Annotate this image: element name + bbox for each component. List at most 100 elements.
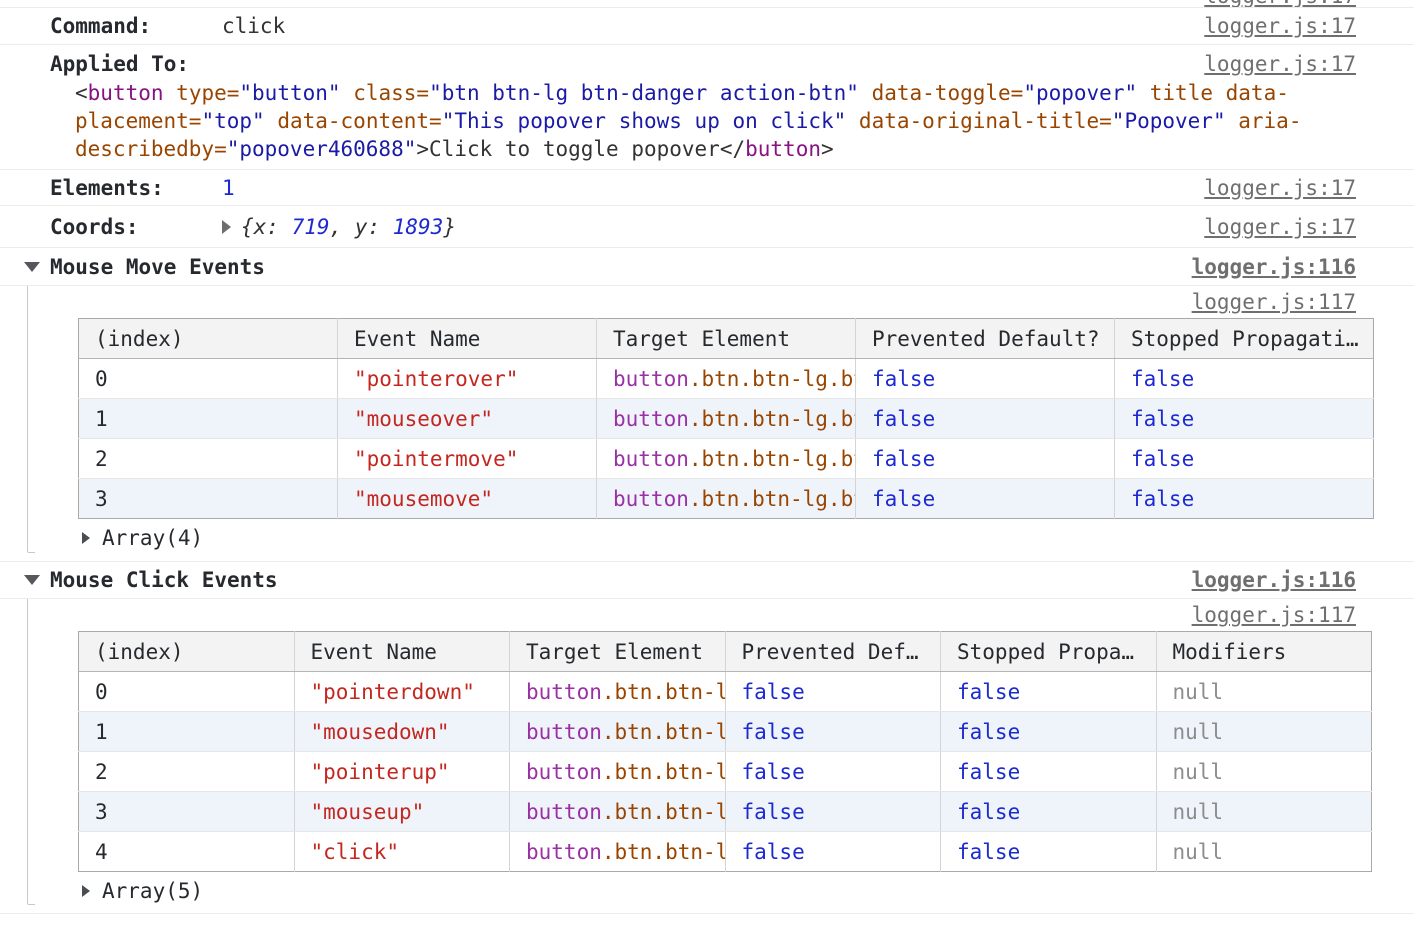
code-token: } [443, 215, 456, 239]
collapse-triangle-icon[interactable] [24, 262, 40, 272]
cell-index: 0 [79, 672, 295, 712]
source-link[interactable]: logger.js:17 [1204, 215, 1356, 239]
source-link[interactable]: logger.js:116 [1192, 568, 1356, 592]
mouse-move-events-table: (index)Event NameTarget ElementPrevented… [78, 318, 1374, 519]
source-link[interactable]: logger.js:17 [1204, 0, 1356, 8]
cell-target: button.btn.btn-lg.btn-danger.action-btn [510, 752, 726, 792]
target-tag-name: button [613, 447, 689, 471]
target-tag-name: button [613, 367, 689, 391]
cell-target: button.btn.btn-lg.btn-danger.action-btn [597, 359, 856, 399]
expand-triangle-icon[interactable] [222, 220, 231, 234]
collapse-triangle-icon[interactable] [24, 575, 40, 585]
cell-target: button.btn.btn-lg.btn-danger.action-btn [510, 792, 726, 832]
code-token: describedby= [75, 137, 227, 161]
command-label: Command: [50, 14, 222, 38]
code-token [859, 81, 872, 105]
code-token [1213, 81, 1226, 105]
column-header[interactable]: Event Name [338, 319, 597, 359]
table-row: 1"mousedown"button.btn.btn-lg.btn-danger… [79, 712, 1372, 752]
cell-prevented: false [725, 712, 941, 752]
code-token: </ [720, 137, 745, 161]
table-header-row: (index)Event NameTarget ElementPrevented… [79, 319, 1374, 359]
cell-modifiers: null [1156, 752, 1372, 792]
coords-object-preview[interactable]: {x: 719, y: 1893} [241, 215, 456, 239]
column-header[interactable]: Stopped Propa… [941, 632, 1157, 672]
cell-event: "mouseup" [294, 792, 510, 832]
code-token: class= [353, 81, 429, 105]
source-link[interactable]: logger.js:116 [1192, 255, 1356, 279]
target-class-list: .btn.btn-lg.btn-danger.action-btn [689, 407, 856, 431]
cell-event: "pointerup" [294, 752, 510, 792]
mouse-click-events-table: (index)Event NameTarget ElementPrevented… [78, 631, 1372, 872]
column-header[interactable]: Target Element [597, 319, 856, 359]
cell-prevented: false [856, 479, 1115, 519]
column-header[interactable]: (index) [79, 632, 295, 672]
target-tag-name: button [526, 720, 602, 744]
array-preview-row: Array(5) [0, 872, 1414, 909]
table-header-row: (index)Event NameTarget ElementPrevented… [79, 632, 1372, 672]
code-token: "Popover" [1112, 109, 1226, 133]
html-element-code[interactable]: <button type="button" class="btn btn-lg … [50, 79, 1414, 163]
cell-event: "click" [294, 832, 510, 872]
column-header[interactable]: Modifiers [1156, 632, 1372, 672]
column-header[interactable]: Prevented Default? [856, 319, 1115, 359]
target-tag-name: button [613, 487, 689, 511]
column-header[interactable]: Target Element [510, 632, 726, 672]
code-line: placement="top" data-content="This popov… [75, 107, 1414, 135]
cell-modifiers: null [1156, 832, 1372, 872]
target-class-list: .btn.btn-lg.btn-danger.action-btn [689, 367, 856, 391]
source-link[interactable]: logger.js:17 [1204, 52, 1356, 76]
array-label[interactable]: Array(4) [102, 526, 203, 550]
column-header[interactable]: Event Name [294, 632, 510, 672]
group-header-mouse-click-events[interactable]: Mouse Click Events logger.js:116 [0, 562, 1414, 599]
source-link[interactable]: logger.js:17 [1204, 14, 1356, 38]
code-token: data- [1226, 81, 1289, 105]
target-tag-name: button [526, 840, 602, 864]
expand-triangle-icon[interactable] [82, 532, 90, 544]
table-row: 0"pointerover"button.btn.btn-lg.btn-dang… [79, 359, 1374, 399]
code-token: aria- [1238, 109, 1301, 133]
target-class-list: .btn.btn-lg.btn-danger.action-btn [602, 800, 725, 824]
cell-stopped: false [941, 792, 1157, 832]
source-link[interactable]: logger.js:117 [1192, 290, 1356, 314]
code-token: < [75, 81, 88, 105]
table-row: 2"pointerup"button.btn.btn-lg.btn-danger… [79, 752, 1372, 792]
code-token: "top" [201, 109, 264, 133]
code-token [1226, 109, 1239, 133]
table-row: 0"pointerdown"button.btn.btn-lg.btn-dang… [79, 672, 1372, 712]
cell-stopped: false [1115, 479, 1374, 519]
code-token: data-toggle= [872, 81, 1024, 105]
target-class-list: .btn.btn-lg.btn-danger.action-btn [689, 447, 856, 471]
cell-prevented: false [725, 752, 941, 792]
array-label[interactable]: Array(5) [102, 879, 203, 903]
elements-value: 1 [222, 176, 235, 200]
cell-prevented: false [856, 359, 1115, 399]
table-row: 2"pointermove"button.btn.btn-lg.btn-dang… [79, 439, 1374, 479]
cell-target: button.btn.btn-lg.btn-danger.action-btn [597, 479, 856, 519]
cell-prevented: false [856, 439, 1115, 479]
source-link[interactable]: logger.js:117 [1192, 603, 1356, 627]
code-token: button [745, 137, 821, 161]
code-token: "button" [239, 81, 340, 105]
elements-label: Elements: [50, 176, 222, 200]
group-body-mouse-move-events: logger.js:117 (index)Event NameTarget El… [0, 286, 1414, 562]
group-indent-guide [27, 286, 35, 553]
cell-modifiers: null [1156, 712, 1372, 752]
column-header[interactable]: Stopped Propagati… [1115, 319, 1374, 359]
source-link[interactable]: logger.js:17 [1204, 176, 1356, 200]
code-token: button [88, 81, 164, 105]
cell-event: "mousedown" [294, 712, 510, 752]
cell-event: "pointerdown" [294, 672, 510, 712]
column-header[interactable]: (index) [79, 319, 338, 359]
table-row: 1"mouseover"button.btn.btn-lg.btn-danger… [79, 399, 1374, 439]
cell-index: 1 [79, 712, 295, 752]
column-header[interactable]: Prevented Def… [725, 632, 941, 672]
table-row: 4"click"button.btn.btn-lg.btn-danger.act… [79, 832, 1372, 872]
code-token [164, 81, 177, 105]
expand-triangle-icon[interactable] [82, 885, 90, 897]
code-token: 719 [292, 215, 330, 239]
console-log: logger.js:17 Command: click logger.js:17… [0, 0, 1414, 914]
target-tag-name: button [526, 680, 602, 704]
group-header-mouse-move-events[interactable]: Mouse Move Events logger.js:116 [0, 248, 1414, 286]
code-token: data-original-title= [859, 109, 1112, 133]
